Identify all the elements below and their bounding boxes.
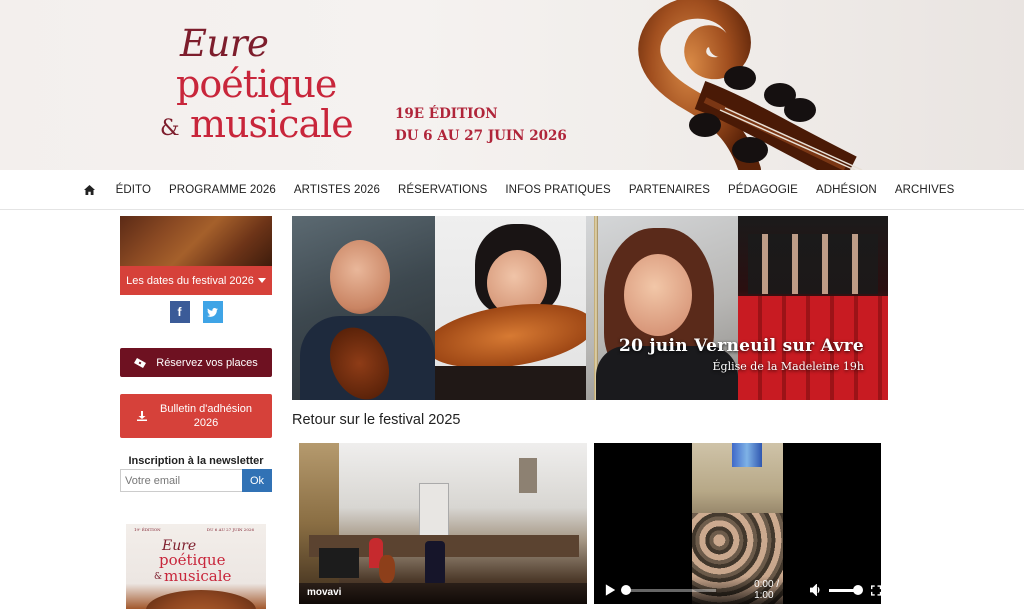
social-links: f (120, 301, 272, 323)
artist-photo-violist (435, 216, 586, 400)
nav-item-pedagogie[interactable]: PÉDAGOGIE (719, 184, 807, 196)
facebook-icon: f (177, 305, 182, 319)
edition-number: 19E ÉDITION (395, 106, 498, 122)
membership-form-button[interactable]: Bulletin d'adhésion 2026 (120, 394, 272, 438)
volume-icon[interactable] (809, 584, 821, 596)
festival-poster[interactable]: 19ᵉ ÉDITION DU 6 AU 27 JUIN 2026 Eure po… (126, 524, 266, 609)
video-time: 0:00 / 1:00 (754, 579, 780, 601)
ticket-icon (134, 357, 147, 368)
video-controls: 0:00 / 1:00 (594, 576, 881, 604)
site-header: Eure poétique & musicale 19E ÉDITION DU … (0, 0, 1024, 170)
fullscreen-icon[interactable] (870, 584, 881, 596)
facebook-button[interactable]: f (169, 301, 190, 323)
reserve-tickets-button[interactable]: Réservez vos places (120, 348, 272, 377)
volume-slider[interactable] (829, 584, 863, 595)
download-icon (137, 411, 147, 421)
logo-musicale-text: musicale (190, 102, 354, 146)
progress-knob[interactable] (621, 584, 632, 595)
nav-home-link[interactable] (73, 184, 107, 195)
banner-event-venue: Église de la Madeleine 19h (712, 360, 864, 373)
violin-photo (120, 216, 272, 266)
sidebar: Les dates du festival 2026 f Réservez vo… (120, 216, 272, 609)
poster-dates: DU 6 AU 27 JUIN 2026 (206, 527, 254, 532)
home-icon (84, 184, 96, 195)
twitter-button[interactable] (202, 301, 223, 323)
nav-item-infos-pratiques[interactable]: INFOS PRATIQUES (496, 184, 619, 196)
video-player-1[interactable]: movavi (299, 443, 587, 604)
nav-item-artistes[interactable]: ARTISTES 2026 (285, 184, 389, 196)
nav-item-archives[interactable]: ARCHIVES (886, 184, 964, 196)
section-title-recap: Retour sur le festival 2025 (292, 412, 461, 428)
festival-dates-dropdown[interactable]: Les dates du festival 2026 (120, 216, 272, 295)
artists-banner[interactable]: 20 juin Verneuil sur Avre Église de la M… (292, 216, 888, 400)
main-navigation: ÉDITO PROGRAMME 2026 ARTISTES 2026 RÉSER… (0, 170, 1024, 210)
reserve-tickets-label: Réservez vos places (156, 356, 258, 369)
poster-ampersand: & (154, 572, 163, 582)
volume-knob[interactable] (852, 584, 863, 595)
nav-item-edito[interactable]: ÉDITO (107, 184, 160, 196)
festival-dates-label: Les dates du festival 2026 (120, 266, 272, 295)
newsletter-email-input[interactable] (120, 469, 242, 492)
artist-photo-violinist (292, 216, 435, 400)
edition-dates: DU 6 AU 27 JUIN 2026 (395, 128, 567, 144)
play-icon[interactable] (604, 584, 616, 596)
video-progress-bar[interactable] (621, 584, 717, 595)
newsletter-submit-button[interactable]: Ok (242, 469, 272, 492)
stained-glass-window (732, 443, 762, 467)
twitter-icon (207, 307, 218, 317)
newsletter-heading: Inscription à la newsletter (128, 455, 264, 467)
newsletter-form: Ok (120, 469, 272, 492)
banner-caption: 20 juin Verneuil sur Avre Église de la M… (619, 336, 864, 373)
site-logo[interactable]: Eure poétique & musicale (160, 22, 390, 152)
festival-dates-text: Les dates du festival 2026 (126, 274, 254, 287)
violin-scroll-illustration (638, 0, 863, 170)
membership-form-label: Bulletin d'adhésion 2026 (159, 403, 252, 429)
poster-violin-image (146, 590, 256, 609)
video-player-2[interactable]: 0:00 / 1:00 (594, 443, 881, 604)
caret-down-icon (257, 278, 266, 283)
nav-item-adhesion[interactable]: ADHÉSION (807, 184, 886, 196)
edition-info: 19E ÉDITION DU 6 AU 27 JUIN 2026 (395, 103, 567, 147)
logo-poetique-text: poétique (176, 62, 337, 106)
poster-edition: 19ᵉ ÉDITION (134, 527, 161, 532)
nav-item-programme[interactable]: PROGRAMME 2026 (160, 184, 285, 196)
banner-event-title: 20 juin Verneuil sur Avre (618, 336, 864, 356)
poster-musicale: musicale (164, 567, 232, 585)
video-watermark: movavi (307, 587, 342, 598)
logo-eure-text: Eure (180, 22, 269, 65)
logo-ampersand: & (160, 116, 180, 141)
nav-item-partenaires[interactable]: PARTENAIRES (620, 184, 719, 196)
nav-item-reservations[interactable]: RÉSERVATIONS (389, 184, 496, 196)
